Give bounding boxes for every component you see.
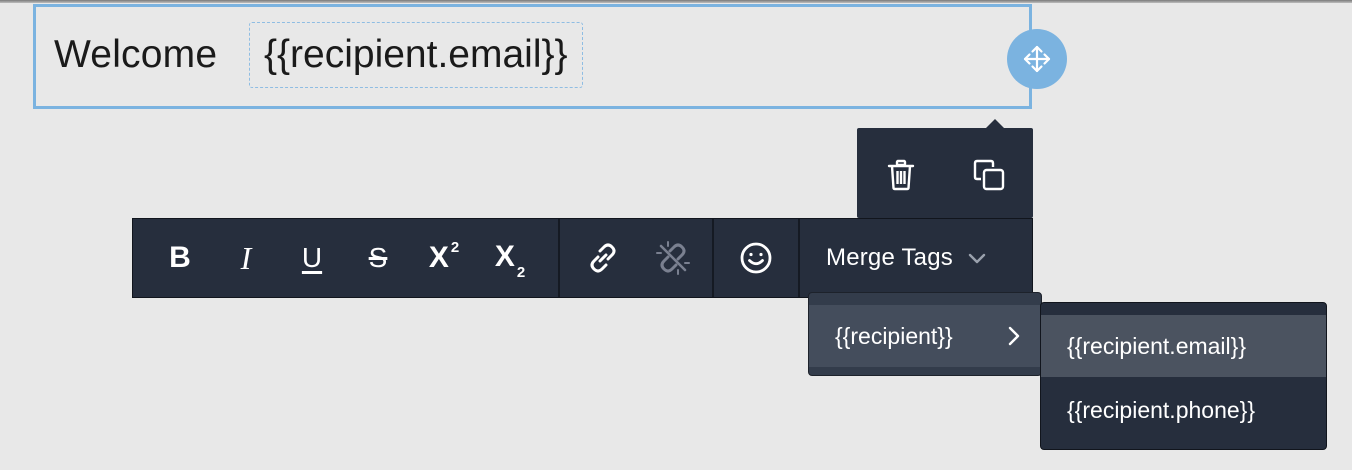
bold-icon: B — [169, 241, 191, 274]
trash-icon — [887, 159, 915, 191]
merge-tag-chip[interactable]: {{recipient.email}} — [249, 22, 583, 88]
smiley-icon — [740, 242, 772, 274]
emoji-button[interactable] — [723, 219, 789, 297]
menu-item-label: {{recipient}} — [835, 322, 953, 349]
menu-item-recipient[interactable]: {{recipient}} — [809, 305, 1041, 367]
link-group — [560, 219, 714, 297]
italic-button[interactable]: I — [213, 219, 279, 297]
move-arrows-icon — [1023, 45, 1051, 73]
unlink-button[interactable] — [638, 219, 708, 297]
subscript-base: X — [494, 239, 515, 273]
submenu-item-label: {{recipient.phone}} — [1067, 396, 1256, 423]
duplicate-icon — [973, 159, 1005, 191]
merge-tags-label: Merge Tags — [826, 244, 953, 271]
subscript-icon: X2 — [494, 239, 525, 281]
underline-button[interactable]: U — [279, 219, 345, 297]
bold-button[interactable]: B — [147, 219, 213, 297]
chevron-right-icon — [1008, 326, 1020, 346]
italic-icon: I — [240, 239, 252, 276]
emoji-group — [714, 219, 800, 297]
superscript-icon: X2 — [428, 239, 460, 275]
strikethrough-icon: S — [368, 242, 388, 273]
superscript-button[interactable]: X2 — [411, 219, 477, 297]
selected-text-block[interactable]: Welcome {{recipient.email}} — [33, 4, 1032, 109]
superscript-base: X — [428, 241, 449, 274]
underline-icon: U — [301, 242, 323, 273]
strikethrough-button[interactable]: S — [345, 219, 411, 297]
recipient-submenu: {{recipient.email}} {{recipient.phone}} — [1040, 302, 1327, 450]
welcome-text[interactable]: Welcome — [54, 33, 217, 77]
block-actions-popover — [857, 119, 1033, 218]
merge-tags-menu: {{recipient}} — [808, 292, 1042, 376]
unlink-icon — [656, 241, 690, 275]
delete-button[interactable] — [878, 152, 924, 198]
merge-tags-group: Merge Tags — [800, 219, 1032, 297]
merge-tags-dropdown[interactable]: Merge Tags — [826, 244, 987, 272]
submenu-item-label: {{recipient.email}} — [1067, 332, 1247, 359]
window-top-edge — [0, 0, 1352, 3]
submenu-item-recipient-phone[interactable]: {{recipient.phone}} — [1041, 379, 1326, 441]
text-style-group: B I U S X2 X2 — [133, 219, 560, 297]
chevron-down-icon — [968, 253, 986, 264]
subscript-button[interactable]: X2 — [477, 219, 543, 297]
link-button[interactable] — [568, 219, 638, 297]
link-icon — [590, 243, 616, 273]
submenu-item-recipient-email[interactable]: {{recipient.email}} — [1041, 315, 1326, 377]
duplicate-button[interactable] — [966, 152, 1012, 198]
move-handle[interactable] — [1007, 29, 1067, 89]
subscript-mark: 2 — [516, 263, 526, 281]
superscript-mark: 2 — [450, 239, 460, 256]
formatting-toolbar: B I U S X2 X2 Merge Tags — [132, 218, 1033, 298]
